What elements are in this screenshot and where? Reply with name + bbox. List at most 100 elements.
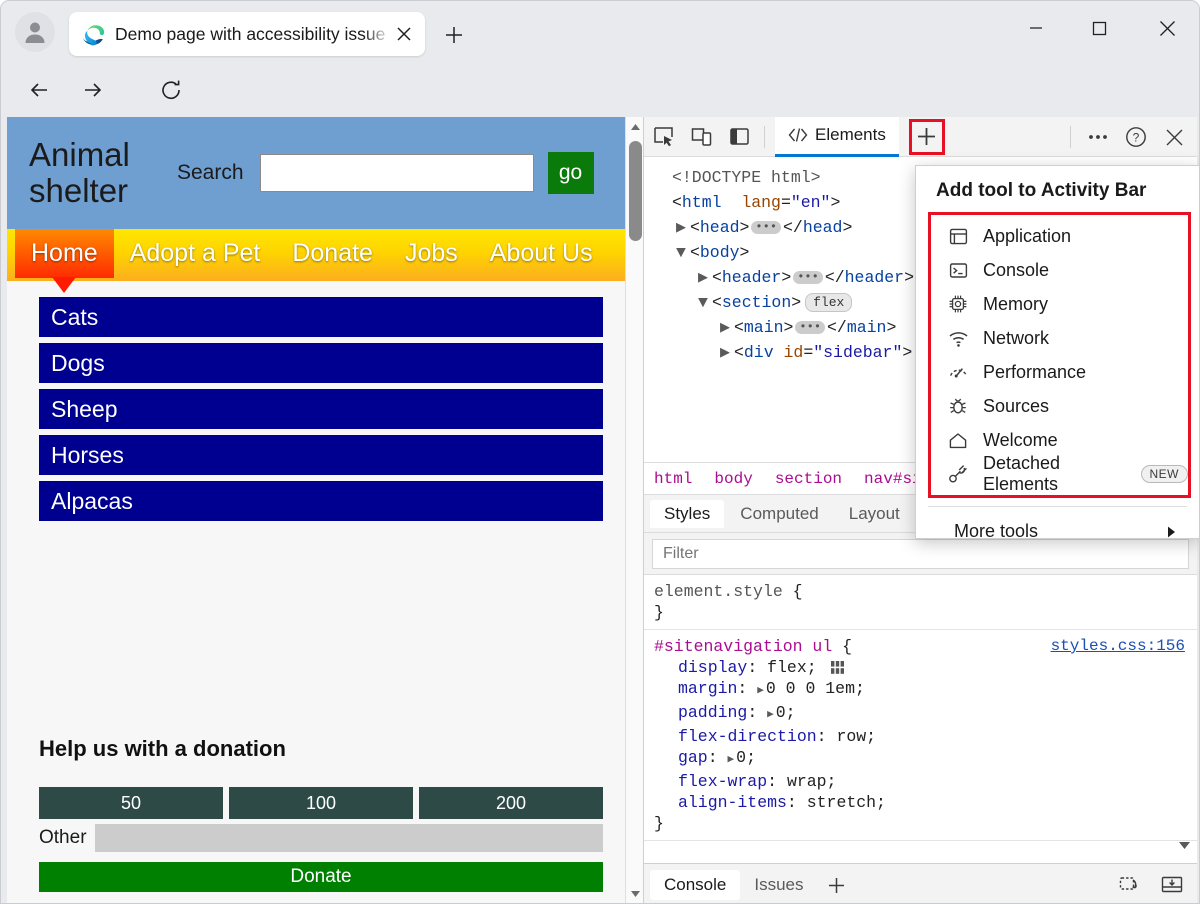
expand-arrow-icon[interactable]: ▶ <box>720 340 734 365</box>
back-button[interactable] <box>19 71 59 109</box>
css-declaration-flex-direction[interactable]: flex-direction: row; <box>654 726 1187 747</box>
new-tab-button[interactable] <box>437 20 471 50</box>
css-value[interactable]: stretch <box>807 793 876 812</box>
breadcrumb-item-html[interactable]: html <box>654 470 692 488</box>
tab-console[interactable]: Console <box>650 870 741 900</box>
nav-link-donate[interactable]: Donate <box>276 229 389 278</box>
expand-arrow-icon[interactable]: ▶ <box>728 754 735 766</box>
css-value[interactable]: 0 <box>736 748 746 767</box>
device-emulation-button[interactable] <box>682 121 720 153</box>
tab-layout[interactable]: Layout <box>835 500 914 528</box>
css-declaration-display[interactable]: display: flex; <box>654 657 1187 678</box>
menu-item-performance[interactable]: Performance <box>931 355 1188 389</box>
css-property[interactable]: display <box>678 658 747 677</box>
devtools-help-button[interactable]: ? <box>1117 121 1155 153</box>
css-value[interactable]: flex <box>767 658 807 677</box>
css-selector[interactable]: element.style <box>654 582 783 601</box>
menu-item-more-tools[interactable]: More tools <box>916 515 1199 548</box>
nav-item-donate[interactable]: Donate <box>276 229 389 278</box>
styles-pane[interactable]: element.style { } #sitenavigation ul { s… <box>644 575 1197 863</box>
css-value[interactable]: 0 0 0 1em <box>766 679 855 698</box>
css-property[interactable]: flex-direction <box>678 727 817 746</box>
collapse-arrow-icon[interactable]: ▼ <box>698 290 712 315</box>
expand-arrow-icon[interactable]: ▶ <box>676 215 690 240</box>
tab-issues[interactable]: Issues <box>740 870 817 900</box>
css-property[interactable]: gap <box>678 748 708 767</box>
css-declaration-padding[interactable]: padding: ▶ 0; <box>654 702 1187 726</box>
css-declaration-gap[interactable]: gap: ▶ 0; <box>654 747 1187 771</box>
list-item[interactable]: Sheep <box>39 389 603 429</box>
flex-badge[interactable]: flex <box>805 293 853 313</box>
tab-computed[interactable]: Computed <box>726 500 832 528</box>
donation-other-input[interactable] <box>94 824 603 852</box>
list-item[interactable]: Alpacas <box>39 481 603 521</box>
forward-button[interactable] <box>73 71 113 109</box>
nav-item-home[interactable]: Home <box>15 229 114 278</box>
nav-link-about-us[interactable]: About Us <box>474 229 609 278</box>
css-rule-element-style[interactable]: element.style { } <box>644 575 1197 630</box>
tab-elements[interactable]: Elements <box>775 116 899 157</box>
tab-styles[interactable]: Styles <box>650 499 725 528</box>
expand-arrow-icon[interactable]: ▶ <box>767 709 774 721</box>
window-minimize-button[interactable] <box>1013 9 1059 47</box>
nav-item-jobs[interactable]: Jobs <box>389 229 474 278</box>
styles-scroll-down-arrow-icon[interactable] <box>1178 836 1191 857</box>
expand-arrow-icon[interactable]: ▶ <box>757 685 764 697</box>
css-value[interactable]: 0 <box>776 703 786 722</box>
nav-link-adopt-a-pet[interactable]: Adopt a Pet <box>114 229 277 278</box>
css-selector[interactable]: #sitenavigation ul <box>654 637 832 656</box>
collapse-arrow-icon[interactable]: ▼ <box>676 240 690 265</box>
devtools-more-button[interactable] <box>1079 121 1117 153</box>
css-property[interactable]: flex-wrap <box>678 772 767 791</box>
dock-bottom-button[interactable] <box>1153 868 1191 900</box>
css-property[interactable]: align-items <box>678 793 787 812</box>
breadcrumb-item-body[interactable]: body <box>714 470 752 488</box>
list-item[interactable]: Dogs <box>39 343 603 383</box>
nav-link-home[interactable]: Home <box>15 229 114 278</box>
reload-button[interactable] <box>151 71 191 109</box>
tab-close-button[interactable] <box>391 21 417 47</box>
window-maximize-button[interactable] <box>1076 9 1122 47</box>
css-source-link[interactable]: styles.css:156 <box>1051 636 1185 657</box>
search-go-button[interactable]: go <box>547 152 594 194</box>
browser-tab[interactable]: Demo page with accessibility issue <box>69 12 425 56</box>
css-declaration-margin[interactable]: margin: ▶ 0 0 0 1em; <box>654 678 1187 702</box>
nav-link-jobs[interactable]: Jobs <box>389 229 474 278</box>
page-scrollbar[interactable] <box>625 117 643 903</box>
css-declaration-align-items[interactable]: align-items: stretch; <box>654 792 1187 813</box>
collapsed-children-badge[interactable]: ••• <box>795 321 826 335</box>
css-property[interactable]: padding <box>678 703 747 722</box>
window-close-button[interactable] <box>1144 9 1190 47</box>
inspect-element-button[interactable] <box>644 121 682 153</box>
dock-side-button[interactable] <box>720 121 758 153</box>
menu-item-application[interactable]: Application <box>931 219 1188 253</box>
add-tool-button[interactable] <box>908 118 945 155</box>
donate-button[interactable]: Donate <box>39 862 603 892</box>
menu-item-network[interactable]: Network <box>931 321 1188 355</box>
donation-amount-200[interactable]: 200 <box>419 787 603 819</box>
nav-item-adopt-a-pet[interactable]: Adopt a Pet <box>114 229 277 278</box>
restore-drawer-button[interactable] <box>1111 868 1149 900</box>
menu-item-console[interactable]: Console <box>931 253 1188 287</box>
menu-item-detached-elements[interactable]: Detached Elements NEW <box>931 453 1188 494</box>
collapsed-children-badge[interactable]: ••• <box>751 221 782 235</box>
css-property[interactable]: margin <box>678 679 737 698</box>
menu-item-sources[interactable]: Sources <box>931 389 1188 423</box>
scrollbar-thumb[interactable] <box>629 141 642 241</box>
scrollbar-down-arrow-icon[interactable] <box>626 884 643 903</box>
nav-item-about-us[interactable]: About Us <box>474 229 609 278</box>
donation-amount-100[interactable]: 100 <box>229 787 413 819</box>
css-rule-sitenavigation-ul[interactable]: #sitenavigation ul { styles.css:156 disp… <box>644 630 1197 841</box>
expand-arrow-icon[interactable]: ▶ <box>720 315 734 340</box>
css-value[interactable]: row <box>836 727 866 746</box>
list-item[interactable]: Cats <box>39 297 603 337</box>
css-value[interactable]: wrap <box>787 772 827 791</box>
scrollbar-up-arrow-icon[interactable] <box>626 117 643 136</box>
breadcrumb-item-section[interactable]: section <box>775 470 842 488</box>
search-input[interactable] <box>259 154 534 192</box>
profile-avatar[interactable] <box>15 12 55 52</box>
menu-item-welcome[interactable]: Welcome <box>931 423 1188 457</box>
devtools-close-button[interactable] <box>1155 121 1193 153</box>
flex-layout-toggle-icon[interactable] <box>830 661 844 674</box>
expand-arrow-icon[interactable]: ▶ <box>698 265 712 290</box>
